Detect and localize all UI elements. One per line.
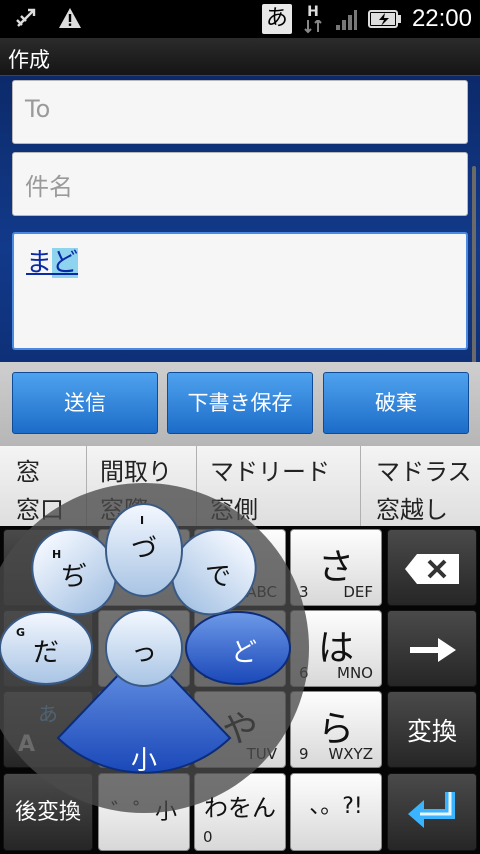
network-type-icon: H [302, 4, 324, 34]
reconvert-key[interactable]: 後変換 [3, 773, 93, 851]
key-undo[interactable] [3, 610, 93, 687]
message-body-field[interactable]: まど [12, 232, 468, 350]
composing-text: まど [26, 242, 79, 279]
key-ta[interactable]: 5 [194, 610, 286, 687]
key-letters: TUV [246, 745, 277, 763]
to-field[interactable]: To [12, 80, 468, 144]
candidate-item[interactable]: 窓際 [100, 490, 148, 525]
key-letters: DEF [343, 583, 373, 601]
backspace-icon [405, 554, 459, 584]
candidate-item[interactable]: 窓口 [16, 490, 64, 525]
candidate-item[interactable]: 窓 [16, 452, 40, 487]
candidate-divider [360, 446, 361, 526]
send-button[interactable]: 送信 [12, 372, 158, 434]
save-draft-button[interactable]: 下書き保存 [167, 372, 313, 434]
candidate-divider [86, 446, 87, 526]
enter-key[interactable] [387, 773, 477, 851]
status-bar: あ H 22:00 [0, 0, 480, 38]
title-bar: 作成 [0, 38, 480, 76]
convert-label: 変換 [406, 717, 457, 746]
compose-area: To 件名 まど [0, 76, 480, 426]
warning-icon [59, 8, 81, 28]
key-ha[interactable]: は 6 MNO [290, 610, 382, 687]
key-number: 5 [203, 664, 213, 682]
composing-text-cursor: ど [52, 248, 79, 278]
clock: 22:00 [411, 5, 472, 32]
key-ra[interactable]: ら 9 WXYZ [290, 691, 382, 768]
key-ya[interactable]: や TUV [194, 691, 286, 768]
battery-charging-icon [367, 10, 401, 28]
key-number: 0 [203, 828, 213, 846]
key-ka[interactable]: 2 ABC [194, 529, 286, 606]
soft-keyboard: 2 ABC さ 3 DEF 5 は 6 MNO あ A や TUV ら 9 WX… [0, 526, 480, 854]
enter-icon [408, 792, 455, 828]
candidate-divider [196, 446, 197, 526]
usb-debug-icon [16, 8, 36, 27]
candidate-item[interactable]: マドラス [376, 452, 472, 487]
key-number: 2 [203, 583, 213, 601]
subject-placeholder: 件名 [25, 173, 73, 201]
to-placeholder: To [25, 95, 51, 123]
key-letters: WXYZ [328, 745, 373, 763]
page-title: 作成 [8, 48, 50, 72]
key-a[interactable] [98, 529, 190, 606]
dakuten-label: ゛゜小 [110, 800, 177, 825]
key-main-char: 、。?! [309, 794, 363, 819]
input-mode-key[interactable]: あ A [3, 691, 93, 768]
key-ma[interactable] [98, 691, 190, 768]
key-number: 9 [299, 745, 309, 763]
right-arrow-icon [410, 638, 456, 662]
convert-key[interactable]: 変換 [387, 691, 477, 768]
action-bar: 送信 下書き保存 破棄 [0, 362, 480, 446]
backspace-key[interactable] [387, 529, 477, 606]
ime-indicator: あ [261, 4, 292, 34]
dakuten-key[interactable]: ゛゜小 [98, 773, 190, 851]
mode-label-kana: あ [38, 702, 58, 726]
key-sa[interactable]: さ 3 DEF [290, 529, 382, 606]
candidate-bar: 窓 窓口 間取り 窓際 マドリード 窓側 マドラス 窓越し [0, 446, 480, 526]
candidate-item[interactable]: 窓側 [210, 490, 258, 525]
reconvert-label: 後変換 [14, 800, 81, 825]
key-number: 6 [299, 664, 309, 682]
key-letters: MNO [337, 664, 373, 682]
key-letters: ABC [246, 583, 277, 601]
key-main-char: わをん [204, 794, 276, 822]
composing-text-prefix: ま [26, 248, 53, 278]
discard-button[interactable]: 破棄 [323, 372, 469, 434]
key-number: 3 [299, 583, 309, 601]
signal-strength-icon [335, 10, 357, 30]
key-punctuation[interactable]: 、。?! [290, 773, 382, 851]
subject-field[interactable]: 件名 [12, 152, 468, 216]
key-left-arrow[interactable] [3, 529, 93, 606]
candidate-item[interactable]: マドリード [210, 452, 330, 487]
key-wa[interactable]: わをん 0 [194, 773, 286, 851]
mode-label-alpha: A [18, 732, 36, 757]
candidate-item[interactable]: 間取り [100, 452, 172, 487]
key-na[interactable] [98, 610, 190, 687]
right-arrow-key[interactable] [387, 610, 477, 687]
candidate-item[interactable]: 窓越し [376, 490, 448, 525]
